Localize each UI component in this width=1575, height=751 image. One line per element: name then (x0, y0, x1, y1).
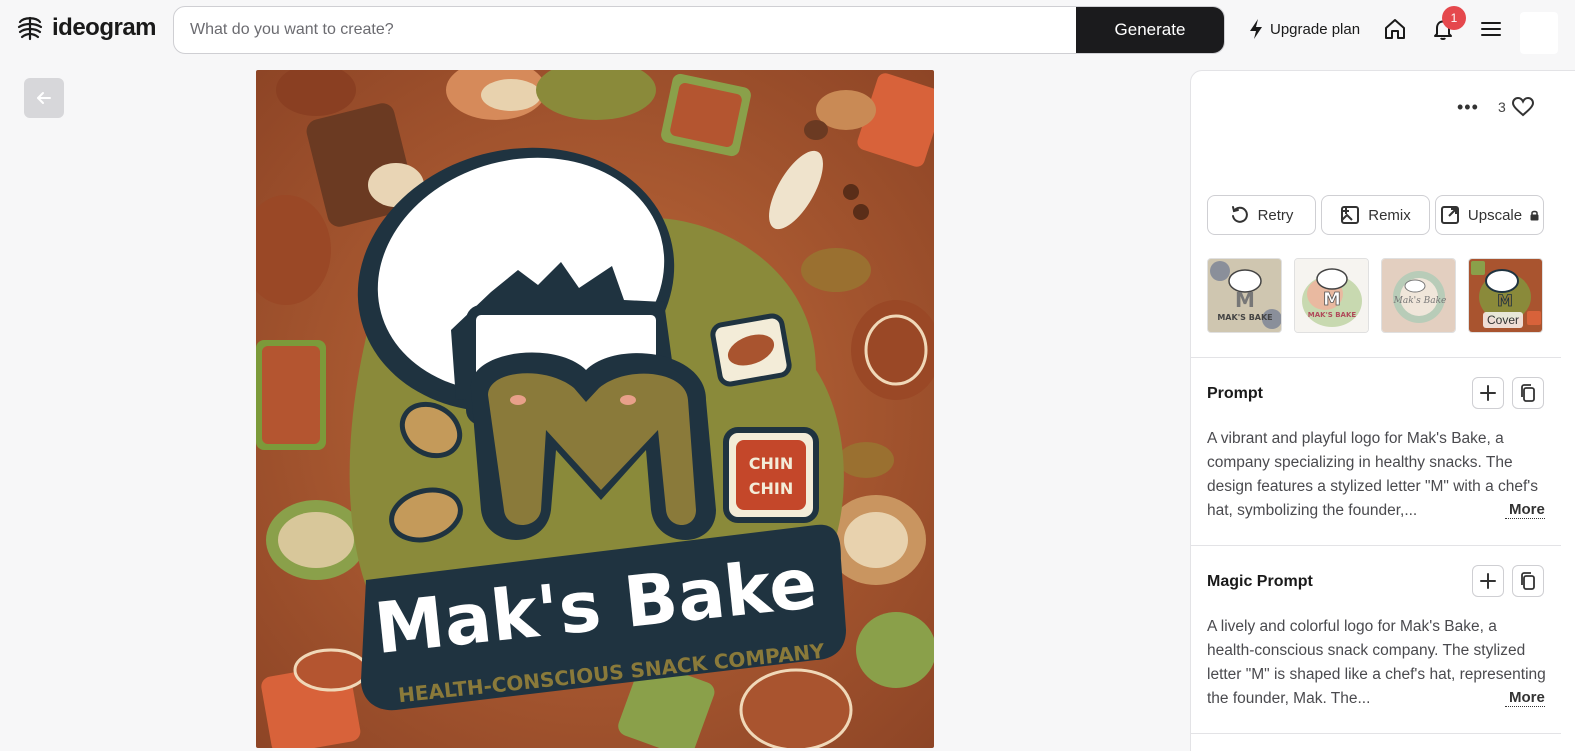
upscale-button[interactable]: Upscale (1435, 195, 1544, 235)
chin-chin-sign: CHIN CHIN (723, 427, 819, 523)
variation-thumbnails: M MAK'S BAKE M MAK'S BAKE Mak's Bake M C… (1207, 258, 1543, 333)
thumbnail-2[interactable]: M MAK'S BAKE (1294, 258, 1369, 333)
prompt-text: A vibrant and playful logo for Mak's Bak… (1207, 430, 1539, 519)
generate-button[interactable]: Generate (1076, 7, 1224, 53)
divider (1191, 733, 1561, 734)
prompt-title: Prompt (1207, 385, 1263, 402)
copy-icon (1521, 384, 1535, 402)
retry-button[interactable]: Retry (1207, 195, 1316, 235)
ideogram-logo-icon (17, 16, 43, 41)
add-magic-prompt-button[interactable] (1472, 565, 1504, 597)
lock-icon (1530, 210, 1539, 220)
copy-magic-prompt-button[interactable] (1512, 565, 1544, 597)
lightning-icon (1250, 19, 1262, 39)
retry-label: Retry (1257, 206, 1294, 224)
panel-header: ••• 3 (1191, 71, 1561, 191)
divider (1191, 545, 1561, 546)
more-options-icon[interactable]: ••• (1457, 97, 1479, 118)
like-count: 3 (1498, 99, 1506, 115)
thumb3-text: Mak's Bake (1393, 296, 1447, 306)
notification-badge: 1 (1442, 6, 1466, 30)
avatar[interactable] (1520, 12, 1558, 54)
back-button[interactable] (24, 78, 64, 118)
copy-icon (1521, 572, 1535, 590)
logo-text: ideogram (52, 14, 157, 41)
thumbnail-1[interactable]: M MAK'S BAKE (1207, 258, 1282, 333)
remix-label: Remix (1368, 206, 1411, 224)
add-prompt-button[interactable] (1472, 377, 1504, 409)
home-icon[interactable] (1382, 16, 1408, 42)
thumb2-text: MAK'S BAKE (1308, 311, 1357, 319)
retry-icon (1231, 206, 1248, 223)
copy-prompt-button[interactable] (1512, 377, 1544, 409)
prompt-search-bar: Generate (173, 6, 1225, 54)
plus-icon (1480, 385, 1496, 401)
thumb1-text: MAK'S BAKE (1217, 313, 1272, 322)
svg-text:M: M (1323, 289, 1341, 310)
magic-prompt-more-link[interactable]: More (1505, 689, 1545, 707)
sign-text-top: CHIN (749, 454, 793, 473)
ideogram-logo[interactable]: ideogram (16, 14, 157, 42)
cover-label: Cover (1483, 312, 1524, 328)
upgrade-plan-button[interactable]: Upgrade plan (1248, 18, 1360, 40)
divider (1191, 357, 1561, 358)
heart-icon (1511, 97, 1534, 117)
magic-prompt-text: A lively and colorful logo for Mak's Bak… (1207, 618, 1546, 707)
remix-image-icon (1341, 206, 1360, 224)
upscale-icon (1440, 206, 1459, 224)
remix-button[interactable]: Remix (1321, 195, 1430, 235)
upgrade-plan-label: Upgrade plan (1270, 20, 1361, 38)
action-buttons: Retry Remix Upscale (1207, 195, 1544, 235)
thumbnail-3[interactable]: Mak's Bake (1381, 258, 1456, 333)
top-bar: ideogram Generate Upgrade plan 1 (0, 0, 1575, 62)
magic-prompt-title: Magic Prompt (1207, 573, 1313, 590)
plus-icon (1480, 573, 1496, 589)
svg-text:M: M (1235, 288, 1255, 312)
upscale-label: Upscale (1467, 206, 1523, 224)
prompt-more-link[interactable]: More (1505, 501, 1545, 519)
thumbnail-4-cover[interactable]: M Cover (1468, 258, 1543, 333)
prompt-input[interactable] (174, 7, 1076, 53)
like-button[interactable]: 3 (1498, 97, 1534, 117)
menu-icon[interactable] (1478, 16, 1504, 42)
arrow-left-icon (37, 92, 51, 104)
details-panel: ••• 3 Retry Remix Upscale M MAK'S BAKE M… (1190, 70, 1575, 751)
sign-text-bottom: CHIN (749, 479, 793, 498)
generated-image[interactable]: CHIN CHIN Mak's Bake HEALTH-CONSCIOUS SN… (256, 70, 934, 748)
svg-text:M: M (1497, 291, 1513, 310)
